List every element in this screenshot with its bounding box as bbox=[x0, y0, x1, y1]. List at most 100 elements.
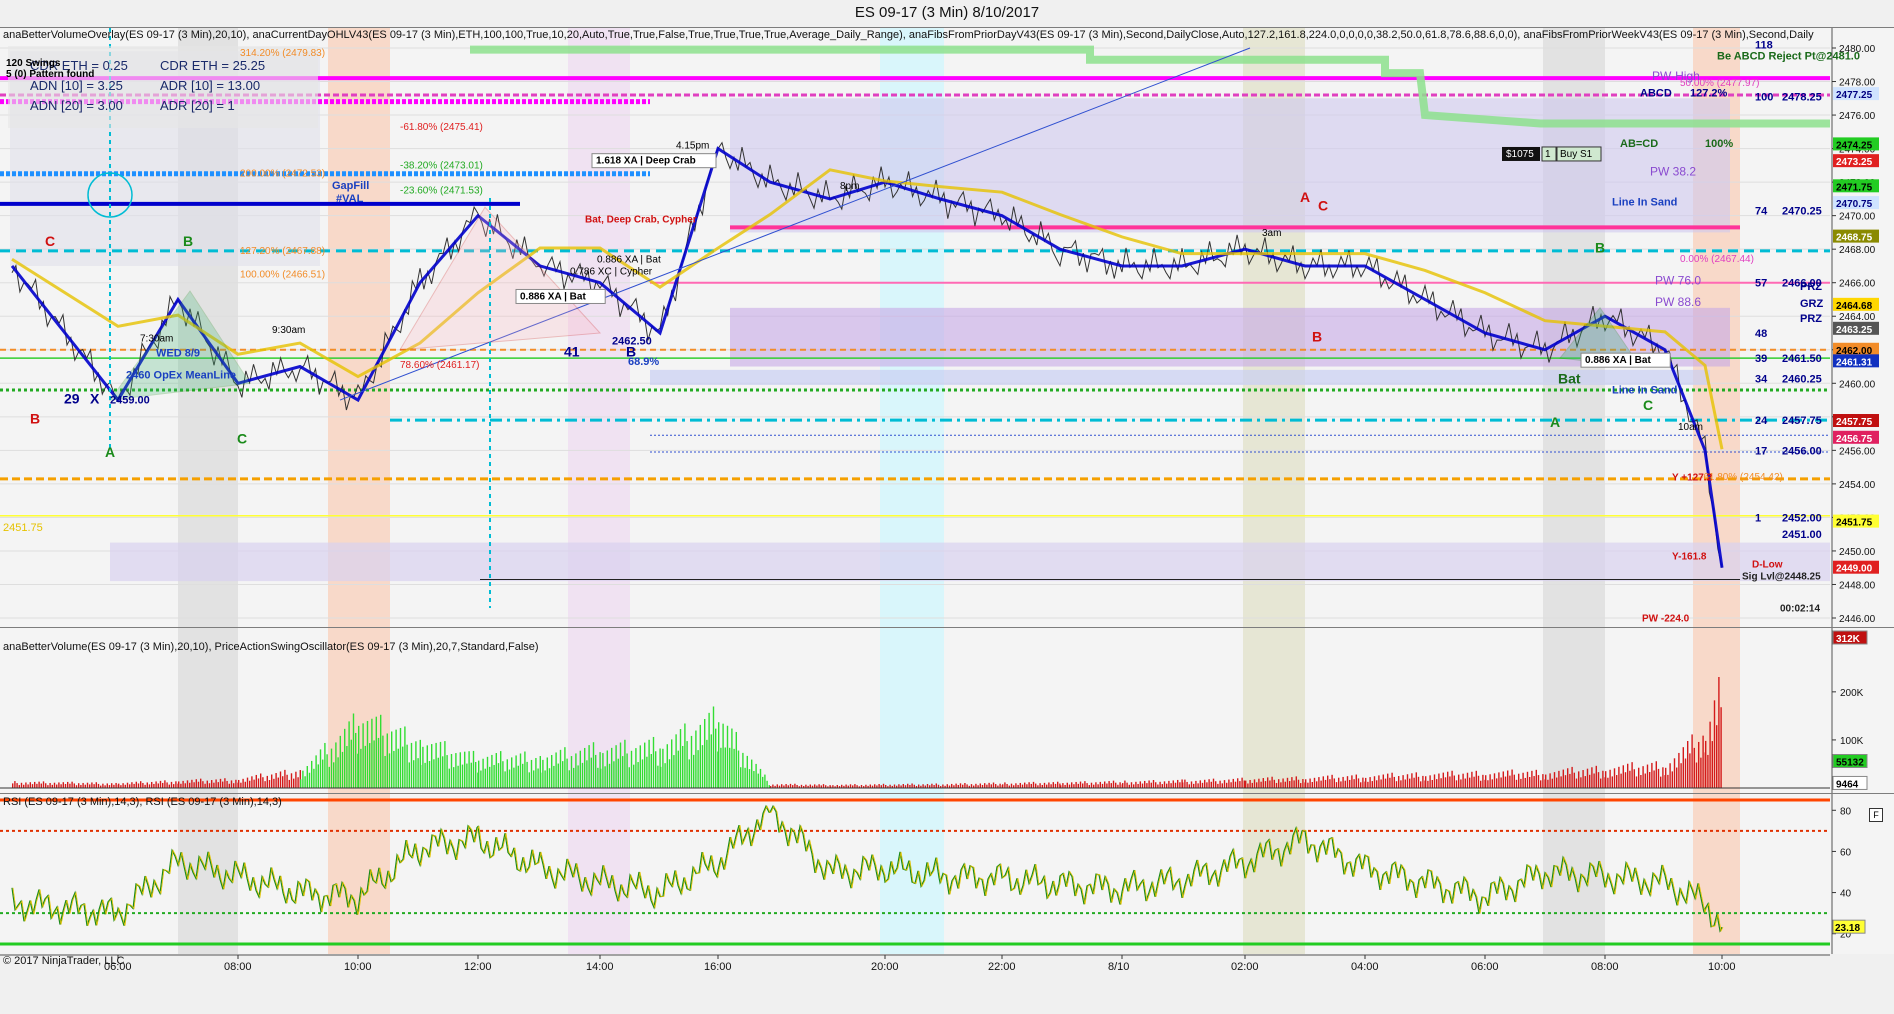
volume-bar bbox=[1597, 772, 1600, 788]
volume-bar bbox=[240, 782, 242, 788]
chart-annotation: $1075 bbox=[1506, 149, 1534, 160]
session-band bbox=[880, 628, 944, 793]
volume-bar bbox=[970, 784, 973, 788]
volume-bar bbox=[1163, 781, 1166, 788]
volume-bar bbox=[1589, 774, 1591, 788]
price-chart[interactable]: CDR ETH = 0.25 CDR ETH = 25.25ADN [10] = … bbox=[0, 28, 1894, 627]
volume-bar bbox=[701, 745, 704, 788]
time-axis-label: 22:00 bbox=[988, 961, 1016, 973]
volume-bar bbox=[380, 714, 382, 788]
volume-bar bbox=[1193, 783, 1195, 788]
volume-bar bbox=[1349, 779, 1351, 788]
volume-bar bbox=[1004, 782, 1006, 788]
price-axis-label: 2470.00 bbox=[1839, 212, 1876, 223]
volume-bar bbox=[1166, 783, 1168, 788]
volume-bar bbox=[755, 763, 757, 788]
volume-bar bbox=[1039, 783, 1041, 788]
volume-bar bbox=[979, 783, 981, 788]
rsi-panel[interactable]: 80 60 40 20 23.18 RSI (ES 09-17 (3 Min),14,3… bbox=[0, 793, 1894, 954]
volume-bar bbox=[504, 771, 506, 788]
level-count: 118 bbox=[1755, 40, 1773, 52]
volume-bar bbox=[522, 763, 524, 788]
time-axis[interactable]: 06:00 08:00 10:00 12:00 14:00 16:00 20:00 22:00… bbox=[0, 954, 1894, 1014]
volume-bar bbox=[1335, 782, 1338, 788]
chart-annotation: Sig Lvl@2448.25 bbox=[1742, 571, 1821, 582]
volume-bar bbox=[1453, 775, 1455, 788]
volume-bar bbox=[282, 776, 284, 788]
volume-bar bbox=[140, 781, 142, 788]
pattern-letter: B bbox=[183, 233, 193, 249]
price-panel[interactable]: CDR ETH = 0.25 CDR ETH = 25.25 ADN [10] = … bbox=[0, 27, 1894, 627]
volume-bar bbox=[555, 752, 557, 788]
volume-bar bbox=[1355, 774, 1357, 788]
volume-bar bbox=[1046, 784, 1048, 788]
time-axis-label: 06:00 bbox=[1471, 961, 1499, 973]
volume-bar bbox=[375, 716, 377, 788]
time-axis-label: 12:00 bbox=[464, 961, 492, 973]
time-tag: 8pm bbox=[840, 181, 859, 192]
volume-bar bbox=[1547, 779, 1549, 788]
volume-bar bbox=[595, 754, 597, 788]
panel-options-icon[interactable]: F bbox=[1869, 808, 1883, 822]
volume-bar bbox=[600, 768, 602, 788]
volume-bar bbox=[360, 748, 362, 788]
rsi-chart[interactable]: 8060402023.18 bbox=[0, 794, 1894, 954]
volume-bar bbox=[56, 784, 58, 788]
volume-bar bbox=[489, 766, 491, 788]
volume-bar bbox=[1099, 781, 1101, 788]
volume-bar bbox=[424, 762, 426, 788]
session-band bbox=[1693, 794, 1740, 954]
volume-bar bbox=[1071, 782, 1073, 788]
volume-bar bbox=[744, 767, 746, 788]
volume-bar bbox=[1305, 779, 1307, 788]
volume-bar bbox=[809, 784, 811, 788]
pattern-letter: X bbox=[90, 390, 100, 406]
volume-bar bbox=[420, 764, 422, 788]
volume-bar bbox=[1327, 775, 1329, 788]
volume-bar bbox=[1582, 770, 1584, 788]
volume-bar bbox=[1054, 783, 1057, 788]
volume-bar bbox=[60, 784, 62, 788]
volume-bar bbox=[1711, 741, 1713, 788]
volume-bar bbox=[1188, 784, 1190, 788]
volume-bar bbox=[1700, 757, 1702, 788]
volume-bar bbox=[64, 784, 67, 788]
volume-bar bbox=[1369, 777, 1371, 788]
volume-bar bbox=[1575, 778, 1578, 788]
volume-panel[interactable]: 200K 100K 312K 55132 9464 anaBetterVolume(ES… bbox=[0, 627, 1894, 793]
volume-bar bbox=[297, 777, 299, 788]
price-axis-label: 2478.00 bbox=[1839, 78, 1876, 89]
volume-bar bbox=[159, 780, 162, 788]
volume-bar bbox=[1346, 776, 1349, 788]
zone-tag: PRZ bbox=[1800, 313, 1822, 325]
volume-bar bbox=[97, 783, 100, 788]
volume-bar bbox=[1504, 776, 1507, 788]
volume-bar bbox=[189, 782, 191, 788]
volume-bar bbox=[633, 764, 635, 788]
volume-bar bbox=[350, 739, 352, 788]
volume-bar bbox=[1309, 778, 1311, 788]
volume-bar bbox=[671, 739, 673, 788]
volume-bar bbox=[1351, 775, 1353, 788]
volume-bar bbox=[988, 782, 990, 788]
volume-bar bbox=[1460, 779, 1462, 788]
volume-bar bbox=[1689, 753, 1691, 788]
volume-bar bbox=[475, 761, 477, 788]
price-marker-label: 2461.31 bbox=[1836, 357, 1873, 368]
volume-bar bbox=[1507, 770, 1509, 788]
volume-bar bbox=[95, 782, 97, 788]
volume-bar bbox=[706, 739, 708, 788]
volume-bar bbox=[333, 762, 335, 788]
volume-bar bbox=[1537, 775, 1540, 788]
volume-bar bbox=[1232, 778, 1234, 788]
volume-bar bbox=[652, 736, 655, 788]
volume-bar bbox=[724, 747, 726, 788]
volume-bar bbox=[926, 783, 929, 788]
volume-bar bbox=[1682, 747, 1684, 788]
volume-bar bbox=[1329, 779, 1331, 788]
volume-bar bbox=[1177, 779, 1179, 788]
volume-bar bbox=[1518, 773, 1520, 788]
volume-bar bbox=[206, 780, 208, 788]
volume-bar bbox=[1150, 782, 1152, 788]
pattern-letter: C bbox=[1318, 198, 1328, 214]
